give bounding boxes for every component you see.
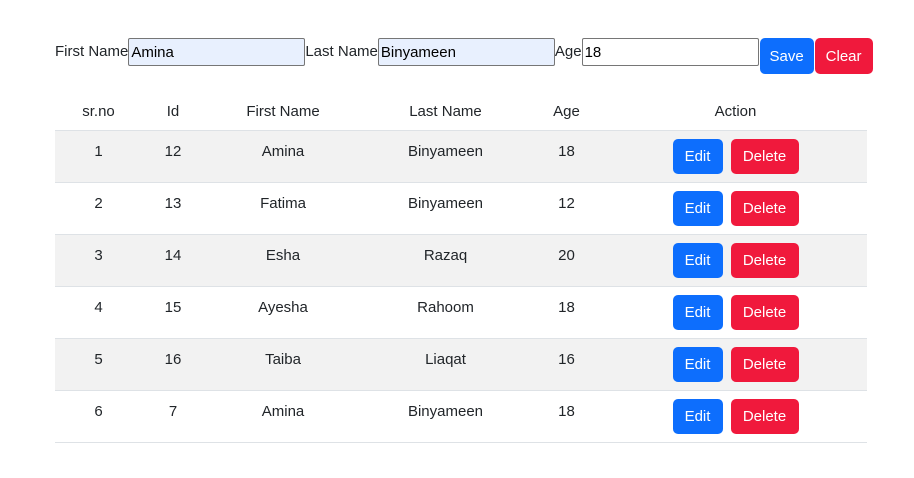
table-header-row: sr.no Id First Name Last Name Age Action (55, 92, 867, 131)
age-label: Age (554, 43, 582, 60)
edit-button[interactable]: Edit (672, 243, 723, 278)
table-row: 6 7 Amina Binyameen 18 Edit Delete (55, 390, 867, 443)
cell-last-name: Liaqat (425, 351, 466, 368)
cell-age: 12 (558, 195, 575, 212)
cell-id: 12 (164, 143, 182, 160)
row-actions: Edit Delete (604, 139, 867, 174)
cell-last-name: Binyameen (407, 143, 484, 160)
cell-first-name: Esha (265, 247, 301, 264)
table-row: 2 13 Fatima Binyameen 12 Edit Delete (55, 182, 867, 235)
save-button[interactable]: Save (759, 38, 814, 74)
delete-button[interactable]: Delete (730, 243, 799, 278)
header-age: Age (529, 92, 604, 131)
cell-srno: 6 (94, 403, 103, 420)
row-actions: Edit Delete (604, 399, 867, 434)
student-form: First Name Last Name Age Save Clear (55, 38, 873, 74)
cell-first-name: Amina (261, 143, 305, 160)
row-actions: Edit Delete (604, 243, 867, 278)
cell-first-name: Amina (261, 403, 305, 420)
header-first-name: First Name (204, 92, 362, 131)
cell-age: 18 (558, 403, 575, 420)
cell-id: 14 (164, 247, 182, 264)
students-table-container: sr.no Id First Name Last Name Age Action… (55, 92, 867, 443)
cell-last-name: Rahoom (417, 299, 474, 316)
edit-button[interactable]: Edit (672, 139, 723, 174)
edit-button[interactable]: Edit (672, 295, 723, 330)
edit-button[interactable]: Edit (672, 191, 723, 226)
clear-button[interactable]: Clear (814, 38, 873, 74)
header-id: Id (142, 92, 204, 131)
cell-id: 16 (164, 351, 182, 368)
cell-id: 15 (164, 299, 182, 316)
cell-age: 16 (558, 351, 575, 368)
cell-last-name: Binyameen (407, 403, 484, 420)
first-name-label: First Name (55, 43, 129, 60)
row-actions: Edit Delete (604, 191, 867, 226)
delete-button[interactable]: Delete (730, 139, 799, 174)
edit-button[interactable]: Edit (672, 399, 723, 434)
students-table: sr.no Id First Name Last Name Age Action… (55, 92, 867, 443)
age-input[interactable] (581, 38, 759, 66)
header-action: Action (604, 92, 867, 131)
cell-first-name: Ayesha (258, 299, 308, 316)
cell-age: 18 (558, 299, 575, 316)
table-row: 5 16 Taiba Liaqat 16 Edit Delete (55, 338, 867, 391)
cell-age: 20 (558, 247, 575, 264)
delete-button[interactable]: Delete (730, 295, 799, 330)
table-row: 4 15 Ayesha Rahoom 18 Edit Delete (55, 286, 867, 339)
cell-id: 7 (168, 403, 178, 420)
edit-button[interactable]: Edit (672, 347, 723, 382)
cell-age: 18 (558, 143, 575, 160)
cell-srno: 4 (94, 299, 103, 316)
last-name-input[interactable] (377, 38, 555, 66)
cell-srno: 5 (94, 351, 103, 368)
cell-srno: 3 (94, 247, 103, 264)
row-actions: Edit Delete (604, 295, 867, 330)
row-actions: Edit Delete (604, 347, 867, 382)
first-name-input[interactable] (128, 38, 306, 66)
table-row: 1 12 Amina Binyameen 18 Edit Delete (55, 130, 867, 183)
cell-first-name: Fatima (260, 195, 306, 212)
header-srno: sr.no (55, 92, 142, 131)
cell-id: 13 (164, 195, 182, 212)
delete-button[interactable]: Delete (730, 191, 799, 226)
last-name-label: Last Name (305, 43, 378, 60)
cell-srno: 1 (94, 143, 103, 160)
cell-last-name: Razaq (423, 247, 468, 264)
delete-button[interactable]: Delete (730, 399, 799, 434)
header-last-name: Last Name (362, 92, 529, 131)
delete-button[interactable]: Delete (730, 347, 799, 382)
table-row: 3 14 Esha Razaq 20 Edit Delete (55, 234, 867, 287)
cell-last-name: Binyameen (407, 195, 484, 212)
cell-first-name: Taiba (265, 351, 301, 368)
cell-srno: 2 (94, 195, 103, 212)
